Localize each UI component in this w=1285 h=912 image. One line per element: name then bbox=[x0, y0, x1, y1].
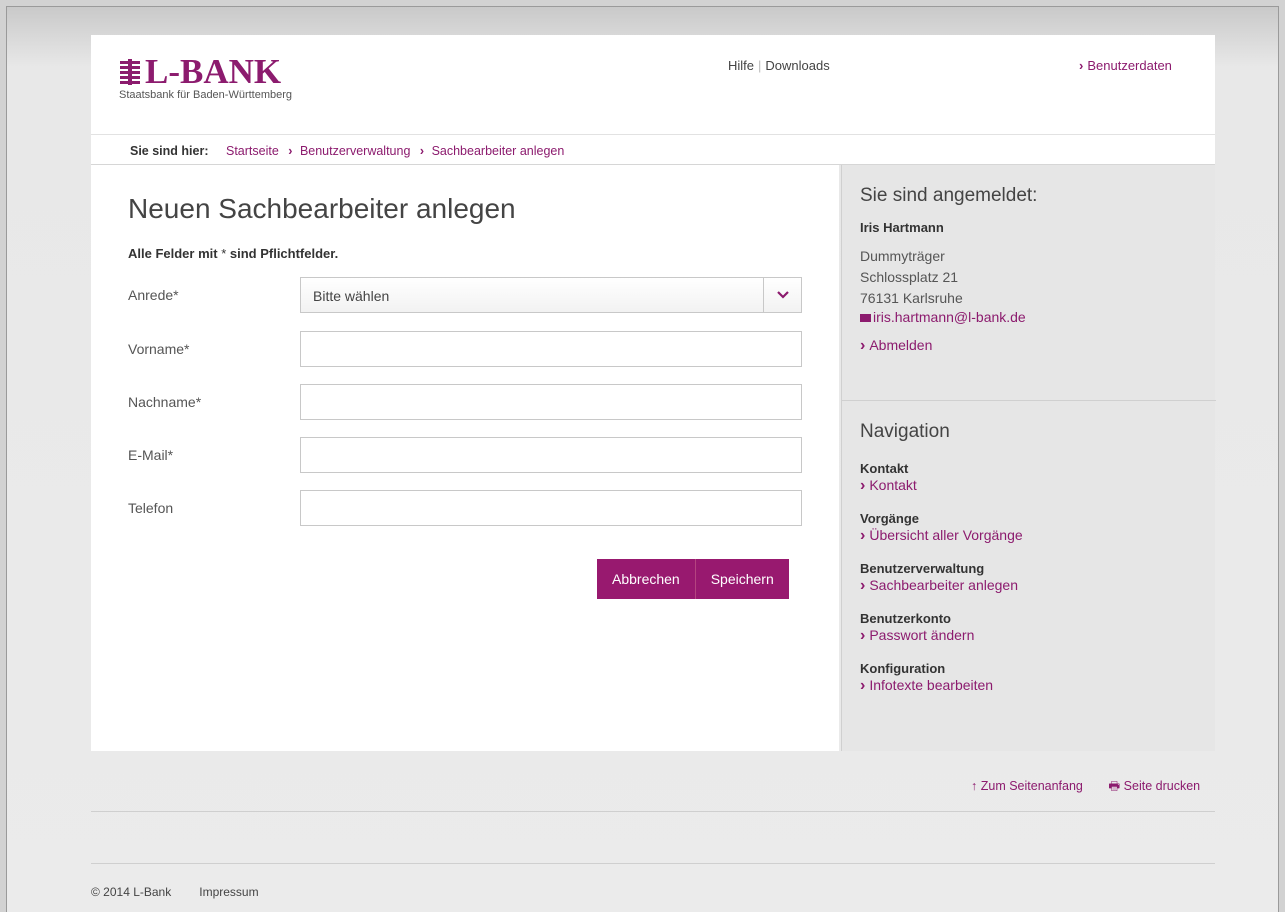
breadcrumb: Sie sind hier: Startseite › Benutzerverw… bbox=[91, 134, 1215, 165]
chevron-right-icon: › bbox=[860, 527, 866, 544]
help-link[interactable]: Hilfe bbox=[728, 58, 754, 73]
impressum-link[interactable]: Impressum bbox=[199, 885, 258, 899]
firstname-row: Vorname* bbox=[128, 331, 802, 367]
nav-link-change-password[interactable]: › Passwort ändern bbox=[860, 627, 1023, 645]
email-row: E-Mail* bbox=[128, 437, 802, 473]
chevron-right-icon: › bbox=[860, 677, 866, 694]
user-org: Dummyträger bbox=[860, 248, 945, 264]
salutation-label: Anrede* bbox=[128, 287, 179, 303]
logout-label[interactable]: Abmelden bbox=[869, 337, 932, 353]
sidebar-divider bbox=[842, 400, 1216, 401]
copyright: © 2014 L-Bank bbox=[91, 885, 172, 899]
salutation-select[interactable]: Bitte wählen bbox=[300, 277, 802, 313]
nav-link-label[interactable]: Kontakt bbox=[869, 477, 916, 493]
login-title: Sie sind angemeldet: bbox=[860, 185, 1038, 206]
nav-group-account: Benutzerkonto › Passwort ändern bbox=[860, 611, 1023, 645]
nav-heading: Konfiguration bbox=[860, 661, 946, 676]
user-email-link[interactable]: iris.hartmann@l-bank.de bbox=[860, 309, 1037, 327]
lastname-label: Nachname* bbox=[128, 394, 202, 410]
nav-separator: | bbox=[758, 58, 762, 73]
chevron-right-icon: › bbox=[860, 477, 866, 494]
top-nav: Hilfe | Downloads bbox=[728, 58, 830, 73]
logout-link[interactable]: › Abmelden bbox=[860, 337, 1037, 355]
nav-link-label[interactable]: Übersicht aller Vorgänge bbox=[869, 527, 1022, 543]
required-note: Alle Felder mit * sind Pflichtfelder. bbox=[128, 246, 338, 261]
required-note-star: * bbox=[217, 246, 230, 261]
arrow-up-icon: ↑ bbox=[971, 779, 978, 793]
breadcrumb-user-management[interactable]: Benutzerverwaltung bbox=[300, 144, 410, 158]
nav-link-create-clerk[interactable]: › Sachbearbeiter anlegen bbox=[860, 577, 1023, 595]
footer-divider-bottom bbox=[91, 863, 1215, 864]
footer-links: ↑ Zum Seitenanfang 🖶 Seite drucken bbox=[971, 777, 1200, 798]
printer-icon: 🖶 bbox=[1108, 779, 1121, 793]
email-label: E-Mail* bbox=[128, 447, 174, 463]
nav-link-all-processes[interactable]: › Übersicht aller Vorgänge bbox=[860, 527, 1023, 545]
chevron-right-icon: › bbox=[860, 627, 866, 644]
to-top-link[interactable]: ↑ Zum Seitenanfang bbox=[971, 779, 1083, 793]
copyright-bar: © 2014 L-Bank Impressum bbox=[91, 885, 259, 899]
nav-heading: Kontakt bbox=[860, 461, 909, 476]
breadcrumb-home[interactable]: Startseite bbox=[226, 144, 279, 158]
nav-group-configuration: Konfiguration › Infotexte bearbeiten bbox=[860, 661, 1023, 695]
login-info: Sie sind angemeldet: Iris Hartmann Dummy… bbox=[860, 185, 1037, 355]
user-name: Iris Hartmann bbox=[860, 220, 944, 235]
salutation-row: Anrede* Bitte wählen bbox=[128, 277, 802, 313]
logo-text: L-BANK bbox=[145, 52, 282, 91]
logo-subtitle: Staatsbank für Baden-Württemberg bbox=[119, 89, 293, 101]
logo[interactable]: L-BANK Staatsbank für Baden-Württemberg bbox=[118, 52, 293, 101]
user-city: 76131 Karlsruhe bbox=[860, 290, 963, 306]
page-title: Neuen Sachbearbeiter anlegen bbox=[128, 193, 516, 224]
breadcrumb-current[interactable]: Sachbearbeiter anlegen bbox=[432, 144, 565, 158]
phone-label: Telefon bbox=[128, 500, 174, 516]
required-note-part2: sind Pflichtfelder. bbox=[229, 246, 339, 261]
user-data-label: Benutzerdaten bbox=[1087, 58, 1172, 73]
footer-divider-top bbox=[91, 811, 1215, 812]
chevron-right-icon: › bbox=[860, 337, 866, 354]
required-note-part1: Alle Felder mit bbox=[128, 246, 218, 261]
nav-link-edit-infotexts[interactable]: › Infotexte bearbeiten bbox=[860, 677, 1023, 695]
nav-group-processes: Vorgänge › Übersicht aller Vorgänge bbox=[860, 511, 1023, 545]
to-top-label: Zum Seitenanfang bbox=[980, 779, 1083, 793]
nav-link-label[interactable]: Sachbearbeiter anlegen bbox=[869, 577, 1018, 593]
chevron-right-icon: › bbox=[1079, 58, 1084, 73]
user-email[interactable]: iris.hartmann@l-bank.de bbox=[873, 309, 1026, 325]
chevron-right-icon: › bbox=[288, 144, 293, 158]
phone-row: Telefon bbox=[128, 490, 802, 526]
nav-title: Navigation bbox=[860, 421, 950, 442]
cancel-button[interactable]: Abbrechen bbox=[597, 559, 695, 599]
coat-of-arms-icon bbox=[120, 59, 140, 85]
sidebar-navigation: Navigation Kontakt › Kontakt Vorgänge › Üb… bbox=[860, 421, 1023, 695]
nav-group-contact: Kontakt › Kontakt bbox=[860, 461, 1023, 495]
downloads-link[interactable]: Downloads bbox=[765, 58, 829, 73]
nav-heading: Benutzerkonto bbox=[860, 611, 951, 626]
chevron-right-icon: › bbox=[860, 577, 866, 594]
lastname-row: Nachname* bbox=[128, 384, 802, 420]
lastname-input[interactable] bbox=[300, 384, 802, 420]
main-content: Neuen Sachbearbeiter anlegen Alle Felder… bbox=[91, 165, 839, 751]
user-street: Schlossplatz 21 bbox=[860, 269, 959, 285]
chevron-right-icon: › bbox=[419, 144, 425, 158]
nav-heading: Vorgänge bbox=[860, 511, 919, 526]
breadcrumb-label: Sie sind hier: bbox=[130, 144, 209, 158]
sidebar: Sie sind angemeldet: Iris Hartmann Dummy… bbox=[841, 165, 1216, 751]
firstname-label: Vorname* bbox=[128, 341, 190, 357]
print-link[interactable]: 🖶 Seite drucken bbox=[1108, 779, 1200, 793]
email-input[interactable] bbox=[300, 437, 802, 473]
nav-heading: Benutzerverwaltung bbox=[860, 561, 985, 576]
form-actions: Abbrechen Speichern bbox=[597, 559, 789, 599]
firstname-input[interactable] bbox=[300, 331, 802, 367]
nav-group-user-management: Benutzerverwaltung › Sachbearbeiter anleg… bbox=[860, 561, 1023, 595]
nav-link-label[interactable]: Infotexte bearbeiten bbox=[869, 677, 993, 693]
user-data-link[interactable]: › Benutzerdaten bbox=[1079, 58, 1172, 73]
print-label: Seite drucken bbox=[1123, 779, 1201, 793]
envelope-icon bbox=[860, 314, 871, 322]
phone-input[interactable] bbox=[300, 490, 802, 526]
save-button[interactable]: Speichern bbox=[694, 559, 789, 599]
chevron-down-icon[interactable] bbox=[763, 278, 801, 312]
nav-link-contact[interactable]: › Kontakt bbox=[860, 477, 1023, 495]
nav-link-label[interactable]: Passwort ändern bbox=[869, 627, 974, 643]
salutation-value: Bitte wählen bbox=[313, 288, 390, 304]
header: L-BANK Staatsbank für Baden-Württemberg … bbox=[91, 35, 1215, 134]
